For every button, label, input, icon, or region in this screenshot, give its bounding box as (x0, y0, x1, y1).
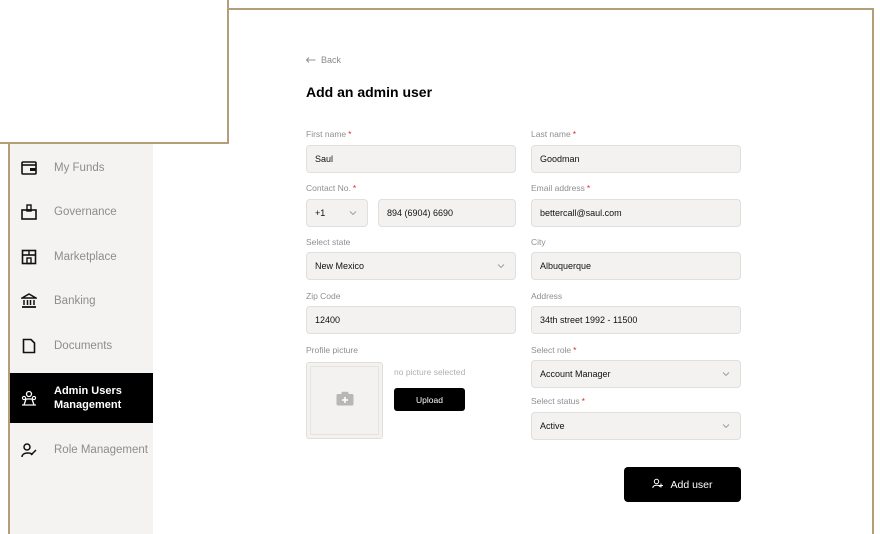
required-mark: * (348, 129, 352, 139)
phone-number-field[interactable]: 894 (6904) 6690 (378, 199, 516, 227)
zip-code-field[interactable]: 12400 (306, 306, 516, 334)
app-window: My Funds Governance Marketplace Banking … (0, 0, 880, 534)
required-mark: * (573, 345, 577, 355)
status-label: Select status * (531, 396, 585, 406)
sidebar-item-role-management[interactable]: Role Management (10, 438, 153, 462)
email-field[interactable]: bettercall@saul.com (531, 199, 741, 227)
state-label: Select state (306, 237, 351, 247)
sidebar-item-label: Governance (54, 206, 117, 218)
add-user-label: Add user (670, 478, 713, 491)
sidebar-item-label: Documents (54, 340, 113, 352)
sidebar-item-governance[interactable]: Governance (10, 200, 153, 224)
last-name-field[interactable]: Goodman (531, 145, 741, 173)
profile-picture-frame (310, 366, 379, 435)
sidebar-item-label: Marketplace (54, 251, 117, 263)
admin-users-icon (19, 388, 39, 408)
profile-picture-preview[interactable] (306, 362, 383, 439)
chevron-down-icon (722, 370, 730, 378)
no-picture-text: no picture selected (394, 367, 466, 377)
sidebar-item-admin-users-management[interactable]: Admin Users Management (10, 373, 153, 423)
role-label: Select role * (531, 345, 577, 355)
sidebar-item-label: Role Management (54, 444, 148, 456)
sidebar-item-my-funds[interactable]: My Funds (10, 156, 153, 180)
back-link[interactable]: Back (305, 55, 342, 65)
role-icon (19, 440, 39, 460)
sidebar-item-label: Banking (54, 295, 96, 307)
page-title: Add an admin user (306, 84, 433, 100)
back-label: Back (321, 55, 342, 65)
sidebar-item-marketplace[interactable]: Marketplace (10, 245, 153, 269)
overlay-panel (0, 0, 229, 144)
store-icon (19, 247, 39, 267)
bank-icon (19, 291, 39, 311)
first-name-label: First name * (306, 129, 352, 139)
wallet-icon (19, 158, 39, 178)
status-select[interactable]: Active (531, 412, 741, 440)
address-field[interactable]: 34th street 1992 - 11500 (531, 306, 741, 334)
city-label: City (531, 237, 546, 247)
city-field[interactable]: Albuquerque (531, 252, 741, 280)
zip-code-label: Zip Code (306, 291, 341, 301)
chevron-down-icon (722, 422, 730, 430)
email-label: Email address * (531, 183, 591, 193)
add-user-icon (652, 478, 664, 492)
last-name-label: Last name * (531, 129, 577, 139)
sidebar-item-label: Admin Users Management (54, 385, 122, 411)
upload-button[interactable]: Upload (394, 388, 465, 411)
chevron-down-icon (497, 262, 505, 270)
add-user-button[interactable]: Add user (624, 467, 741, 502)
sidebar-item-documents[interactable]: Documents (10, 334, 153, 358)
country-code-select[interactable]: +1 (306, 199, 368, 227)
ballot-box-icon (19, 202, 39, 222)
required-mark: * (581, 396, 585, 406)
state-select[interactable]: New Mexico (306, 252, 516, 280)
sidebar-item-banking[interactable]: Banking (10, 289, 153, 313)
document-icon (19, 336, 39, 356)
sidebar-item-label: My Funds (54, 162, 105, 174)
profile-picture-label: Profile picture (306, 345, 358, 355)
required-mark: * (586, 183, 591, 193)
address-label: Address (531, 291, 563, 301)
first-name-field[interactable]: Saul (306, 145, 516, 173)
camera-add-icon (336, 391, 354, 411)
required-mark: * (572, 129, 577, 139)
role-select[interactable]: Account Manager (531, 360, 741, 388)
required-mark: * (352, 183, 357, 193)
arrow-left-icon (305, 55, 316, 65)
chevron-down-icon (349, 209, 357, 217)
contact-label: Contact No. * (306, 183, 357, 193)
